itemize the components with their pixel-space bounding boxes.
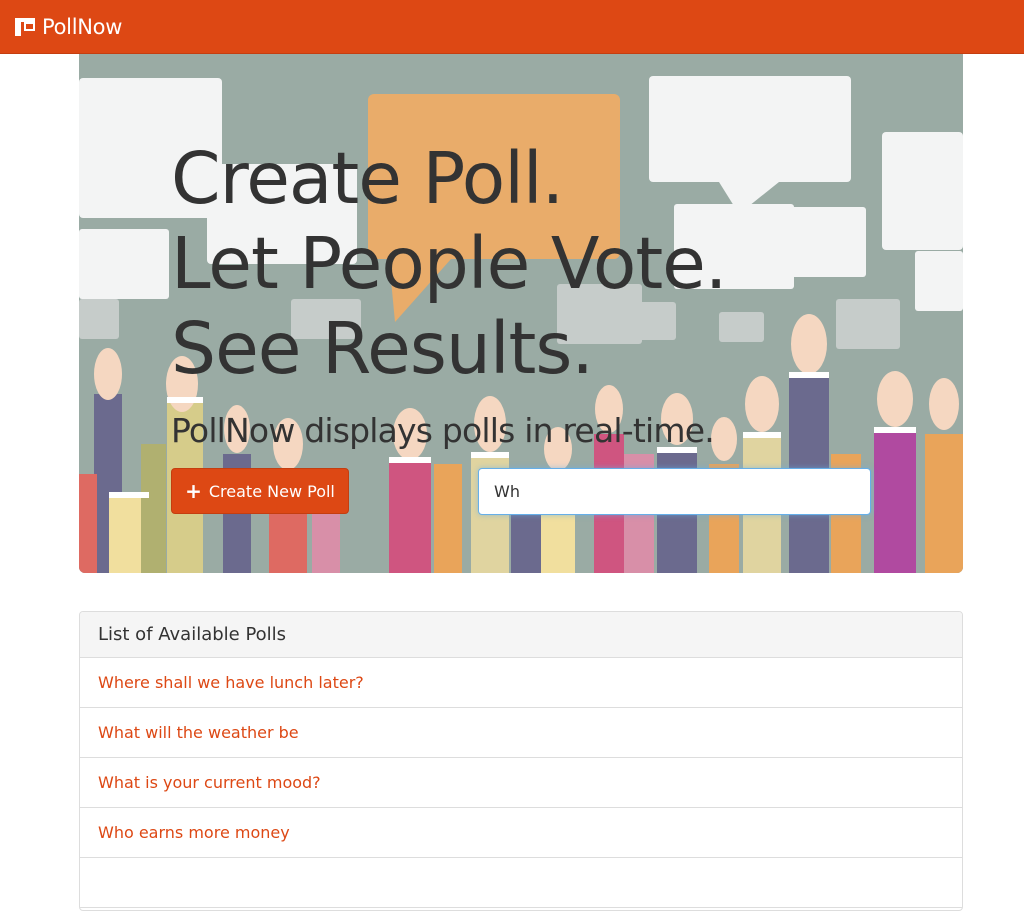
- polls-panel: List of Available Polls Where shall we h…: [79, 611, 963, 911]
- headline-line-1: Create Poll.: [171, 137, 564, 220]
- create-new-poll-label: Create New Poll: [208, 481, 335, 501]
- create-new-poll-button[interactable]: + Create New Poll: [171, 468, 349, 514]
- poll-list-item[interactable]: What is your current mood?: [80, 758, 962, 808]
- polls-panel-heading: List of Available Polls: [80, 612, 962, 658]
- poll-list-item[interactable]: Where shall we have lunch later?: [80, 658, 962, 708]
- poll-search-input[interactable]: [478, 468, 871, 515]
- headline-line-3: See Results.: [171, 307, 594, 390]
- hero-lead-text: PollNow displays polls in real-time.: [171, 411, 715, 450]
- navbar: PollNow: [0, 0, 1024, 54]
- brand-link[interactable]: PollNow: [14, 15, 122, 39]
- poll-list-item[interactable]: What will the weather be: [80, 708, 962, 758]
- poll-list-item[interactable]: [80, 858, 962, 908]
- poll-list-item[interactable]: Who earns more money: [80, 808, 962, 858]
- hero-banner: Create Poll. Let People Vote. See Result…: [79, 54, 963, 573]
- plus-icon: +: [185, 479, 202, 503]
- headline-line-2: Let People Vote.: [171, 222, 727, 305]
- poll-logo-icon: [14, 17, 36, 37]
- brand-name: PollNow: [42, 14, 123, 39]
- hero-headline: Create Poll. Let People Vote. See Result…: [171, 136, 727, 391]
